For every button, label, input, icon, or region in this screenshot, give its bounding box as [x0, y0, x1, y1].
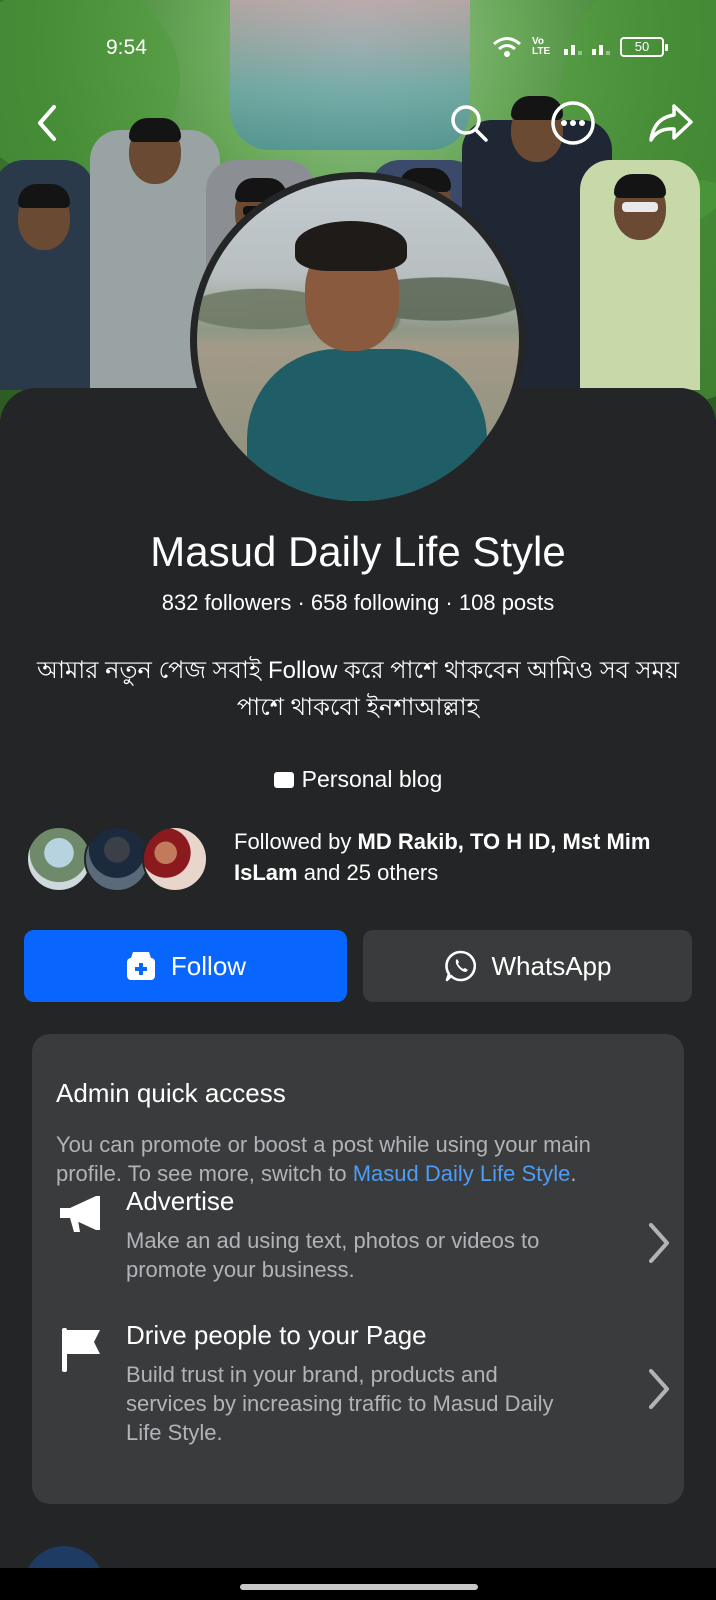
drive-traffic-description: Build trust in your brand, products and …: [126, 1362, 554, 1445]
battery-icon: 50: [620, 37, 668, 57]
drive-traffic-title: Drive people to your Page: [126, 1320, 427, 1350]
followed-by-text: Followed by MD Rakib, TO H ID, Mst Mim I…: [234, 826, 696, 888]
follow-button[interactable]: Follow: [24, 930, 347, 1002]
status-bar: 9:54 Vo LTE 50: [0, 32, 716, 62]
follow-page-icon: [126, 952, 155, 980]
chevron-right-icon: [649, 1369, 669, 1409]
flag-icon: [62, 1328, 100, 1372]
search-button[interactable]: [446, 100, 492, 146]
advertise-title: Advertise: [126, 1186, 235, 1216]
avatar: [26, 826, 92, 892]
mutual-followers-avatars: [26, 826, 208, 894]
page-name: Masud Daily Life Style: [150, 528, 566, 575]
chevron-left-icon: [38, 105, 56, 141]
search-icon: [451, 105, 488, 142]
share-icon: [649, 104, 693, 142]
follow-button-label: Follow: [170, 950, 247, 981]
signal-strength-icon: [564, 39, 582, 55]
followed-by-prefix: Followed by: [234, 829, 358, 854]
chevron-right-icon: [649, 1223, 669, 1263]
followed-by-suffix: and 25 others: [297, 860, 439, 885]
advertise-description: Make an ad using text, photos or videos …: [126, 1228, 540, 1282]
signal-strength-icon-2: [592, 39, 610, 55]
admin-desc-period: .: [570, 1161, 577, 1186]
profile-stats[interactable]: 832 followers · 658 following · 108 post…: [0, 590, 716, 616]
briefcase-icon: [273, 771, 294, 788]
share-button[interactable]: [648, 100, 694, 146]
more-options-button[interactable]: [550, 100, 596, 146]
megaphone-icon: [60, 1196, 100, 1232]
page-category: Personal blog: [0, 766, 716, 793]
home-gesture-handle[interactable]: [240, 1584, 478, 1590]
page-category-label: Personal blog: [301, 766, 443, 792]
switch-profile-link[interactable]: Masud Daily Life Style: [353, 1161, 571, 1186]
admin-card-description: You can promote or boost a post while us…: [56, 1130, 656, 1188]
profile-picture[interactable]: [190, 172, 526, 508]
status-time: 9:54: [106, 36, 147, 59]
whatsapp-button-label: WhatsApp: [491, 950, 612, 981]
whatsapp-button[interactable]: WhatsApp: [363, 930, 692, 1002]
profile-bio: আমার নতুন পেজ সবাই Follow করে পাশে থাকবে…: [36, 657, 680, 721]
back-button[interactable]: [24, 100, 70, 146]
wifi-icon: [493, 37, 521, 57]
volte-indicator: Vo LTE: [532, 36, 551, 57]
admin-card-title: Admin quick access: [56, 1078, 286, 1108]
whatsapp-icon: [444, 950, 476, 982]
avatar: [84, 826, 150, 892]
avatar: [142, 826, 208, 892]
followed-by[interactable]: Followed by MD Rakib, TO H ID, Mst Mim I…: [26, 826, 696, 894]
more-options-icon: [551, 101, 595, 145]
